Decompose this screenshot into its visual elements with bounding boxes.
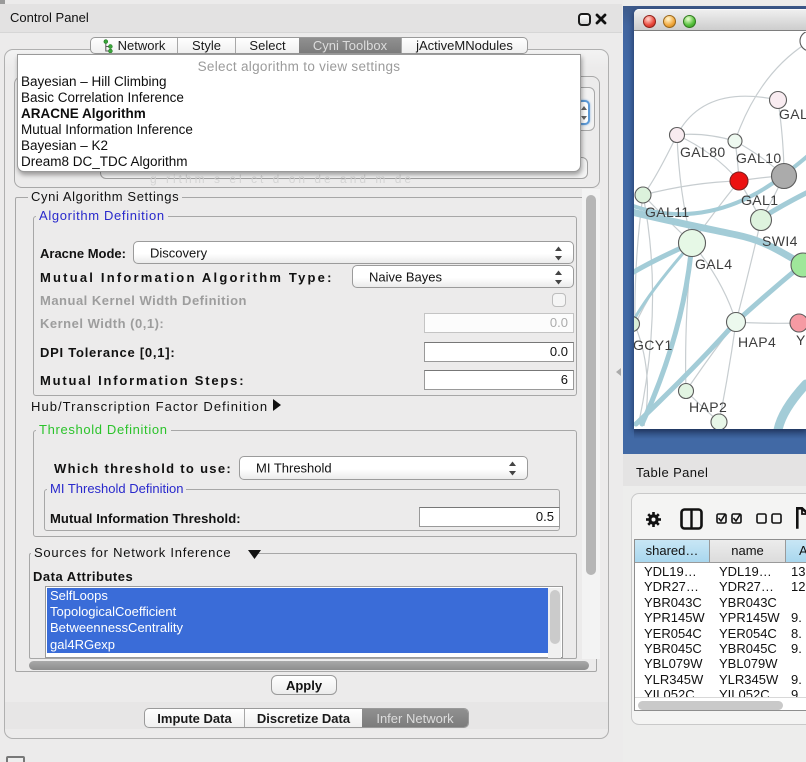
svg-text:SWI4: SWI4 [762,233,798,249]
svg-text:GAL4: GAL4 [695,256,732,272]
svg-text:GCY1: GCY1 [634,337,673,353]
svg-text:GAL11: GAL11 [645,204,690,220]
svg-text:GAL10: GAL10 [736,150,782,166]
svg-text:GAL1: GAL1 [741,192,778,208]
svg-text:Y: Y [796,332,806,348]
svg-text:GAL80: GAL80 [680,144,726,160]
svg-text:HAP4: HAP4 [738,334,776,350]
svg-text:GAL7: GAL7 [779,106,806,122]
svg-text:HAP2: HAP2 [689,399,727,415]
